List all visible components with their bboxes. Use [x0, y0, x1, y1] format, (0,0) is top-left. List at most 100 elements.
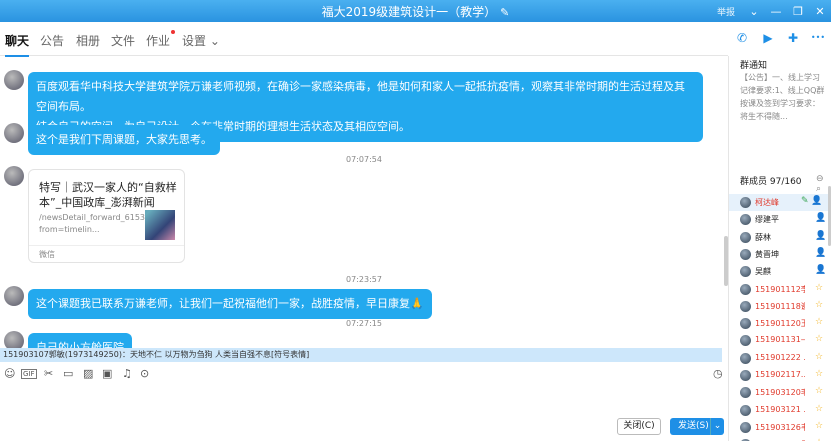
video-icon[interactable]: ▶ [758, 28, 778, 48]
close-window-icon[interactable]: ✕ [809, 5, 831, 18]
member-row[interactable]: 151903126韦蕾 ☆ [729, 419, 831, 436]
person-icon: 👤 [815, 247, 827, 258]
avatar[interactable] [4, 286, 24, 306]
member-name: 柯达峰 [755, 198, 779, 207]
notice-title[interactable]: 群通知 [740, 58, 767, 71]
card-url: /newsDetail_forward_6153468?from=timelin… [39, 213, 165, 234]
message-line: 百度观看华中科技大学建筑学院万谦老师视频，在确诊一家感染病毒，他是如何和家人一起… [36, 80, 685, 113]
member-row[interactable]: 151901112李… ☆ [729, 281, 831, 298]
send-options-icon[interactable]: ⌄ [710, 418, 724, 435]
share-screen-icon[interactable]: ✚ [783, 28, 803, 48]
member-avatar [740, 283, 751, 295]
image-icon[interactable]: ▨ [83, 367, 93, 380]
report-link[interactable]: 举报 [717, 5, 735, 18]
member-avatar [740, 352, 751, 364]
collapse-icon[interactable]: ⌄ [743, 5, 765, 18]
member-row[interactable]: 151901120王… ☆ [729, 315, 831, 332]
more-tools-icon[interactable]: ⊙ [140, 367, 149, 380]
member-row[interactable]: 吴麒 👤 [729, 263, 831, 280]
message-bubble[interactable]: 自己的小方舱医院 [28, 333, 132, 348]
emoji-icon[interactable]: ☺ [4, 367, 15, 380]
member-row[interactable]: 黄晋坤 👤 [729, 246, 831, 263]
member-row[interactable]: 151901118谢悦锐 ☆ [729, 298, 831, 315]
input-toolbar: ☺ GIF ✂ ▭ ▨ ▣ ♫ ⊙ ◷ [0, 365, 728, 385]
person-icon: 👤 [815, 230, 827, 241]
folder-icon[interactable]: ▭ [63, 367, 73, 380]
member-row[interactable]: 151903120毛雄美 ☆ [729, 384, 831, 401]
member-row[interactable]: 151903129吴威威☆ [729, 436, 831, 441]
new-message-bar[interactable]: 151903107郭敏(1973149250)：天地不仁 以万物为刍狗 人类当自… [0, 348, 722, 362]
member-avatar [740, 197, 751, 208]
member-name: 吴麒 [755, 267, 771, 277]
tab-album[interactable]: 相册 [76, 32, 100, 49]
member-avatar [740, 387, 751, 399]
member-avatar [740, 370, 751, 381]
member-avatar [740, 404, 751, 416]
person-icon: 👤 [815, 213, 827, 224]
edit-title-icon[interactable]: ✎ [500, 6, 509, 19]
notice-text[interactable]: 【公告】一、线上学习记律要求:1、线上QQ群按课及签到学习要求：将生不得随... [740, 71, 826, 123]
tab-chat[interactable]: 聊天 [5, 32, 30, 57]
member-avatar [740, 300, 751, 312]
star-icon: ☆ [815, 299, 824, 310]
message-input[interactable] [0, 388, 728, 418]
more-icon[interactable]: ••• [808, 28, 828, 48]
star-icon: ☆ [815, 403, 824, 414]
avatar[interactable] [4, 123, 24, 143]
history-icon[interactable]: ◷ [713, 367, 723, 380]
gif-icon[interactable]: GIF [21, 369, 37, 379]
timestamp: 07:07:54 [346, 155, 382, 164]
minimize-icon[interactable]: — [765, 5, 787, 18]
member-row[interactable]: 151901222 … ☆ [729, 350, 831, 367]
maximize-icon[interactable]: ❐ [787, 5, 809, 18]
member-avatar [740, 214, 751, 226]
phone-icon[interactable]: ✆ [732, 28, 752, 48]
star-icon: ☆ [815, 369, 824, 379]
member-name: 151902117… [755, 370, 805, 379]
avatar[interactable] [4, 331, 24, 348]
screen-icon[interactable]: ▣ [102, 367, 112, 380]
member-avatar [740, 231, 751, 243]
member-name: 151901112李… [755, 284, 805, 294]
member-row[interactable]: 柯达峰 ✎ 👤 [729, 194, 831, 211]
tab-files[interactable]: 文件 [111, 32, 135, 49]
scissors-icon[interactable]: ✂ [44, 367, 53, 380]
person-icon: ✎ 👤 [801, 196, 823, 206]
member-name: 缪建平 [755, 215, 779, 225]
member-avatar [740, 318, 751, 330]
member-name: 151901131—… [755, 335, 805, 345]
link-card[interactable]: 特写｜武汉一家人的“自救样本”_中国政库_澎湃新闻 /newsDetail_fo… [28, 169, 185, 263]
avatar[interactable] [4, 70, 24, 90]
member-row[interactable]: 薛林 👤 [729, 229, 831, 246]
message-bubble[interactable]: 这个课题我已联系万谦老师，让我们一起祝福他们一家，战胜疫情，早日康复🙏 [28, 289, 432, 319]
member-avatar [740, 266, 751, 278]
card-source: 微信 [29, 245, 184, 263]
member-row[interactable]: 151902117… ☆ [729, 367, 831, 384]
tab-announcement[interactable]: 公告 [40, 32, 64, 49]
tab-homework[interactable]: 作业 [146, 30, 176, 49]
call-toolbar: ✆ ▶ ✚ ••• [728, 28, 831, 52]
member-name: 151901118谢悦锐 [755, 301, 805, 311]
member-row[interactable]: 缪建平 👤 [729, 211, 831, 228]
member-name: 151903126韦蕾 [755, 422, 805, 432]
avatar[interactable] [4, 166, 24, 186]
timestamp: 07:27:15 [346, 319, 382, 328]
bell-icon[interactable]: ♫ [122, 367, 132, 380]
star-icon: ☆ [815, 420, 824, 431]
member-row[interactable]: 151903121 … ☆ [729, 402, 831, 419]
window-controls: 举报 ⌄ — ❐ ✕ [717, 0, 831, 22]
tab-settings[interactable]: 设置 ⌄ [182, 32, 220, 49]
member-name: 151901120王… [755, 319, 805, 329]
window-title: 福大2019级建筑设计一（教学） ✎ [0, 3, 831, 20]
send-label: 发送(S) [678, 421, 709, 431]
member-count: 群成员 97/160 [740, 177, 802, 187]
star-icon: ☆ [815, 317, 824, 328]
star-icon: ☆ [815, 282, 824, 293]
send-button[interactable]: 发送(S) ⌄ [670, 418, 724, 435]
close-button[interactable]: 关闭(C) [617, 418, 661, 435]
member-name: 151903120毛雄美 [755, 388, 805, 398]
member-row[interactable]: 151901131—… ☆ [729, 332, 831, 349]
card-title: 特写｜武汉一家人的“自救样本”_中国政库_澎湃新闻 [39, 181, 177, 209]
message-bubble[interactable]: 这个是我们下周课题，大家先思考。 [28, 125, 220, 155]
title-bar: 福大2019级建筑设计一（教学） ✎ 举报 ⌄ — ❐ ✕ [0, 0, 831, 22]
